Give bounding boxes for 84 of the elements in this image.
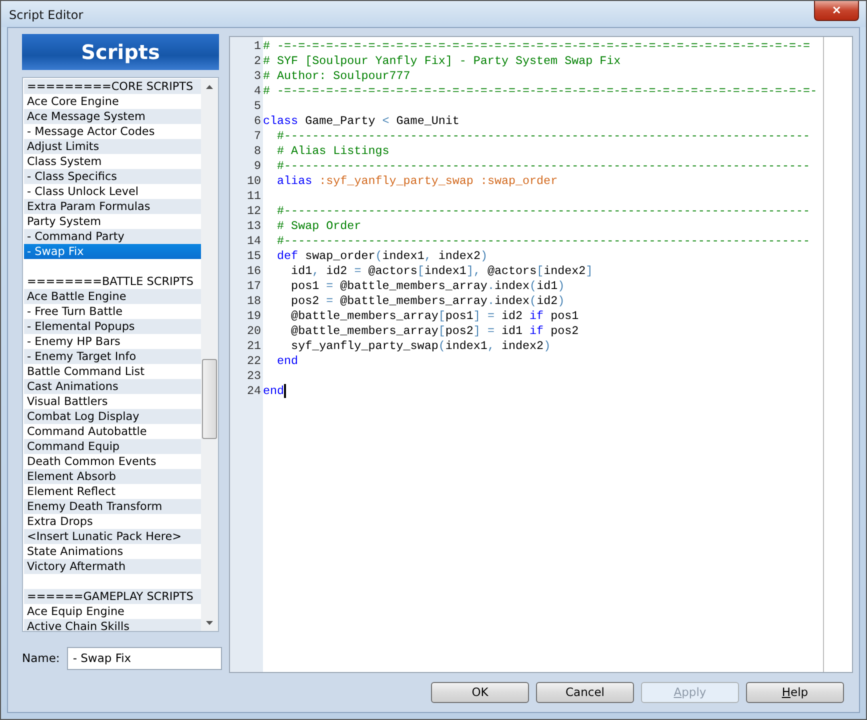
line-number: 6 [252,114,262,129]
line-number: 4 [252,84,262,99]
code-line: # Alias Listings [276,144,390,159]
script-list-item[interactable]: - Enemy Target Info [24,348,201,364]
line-number: 5 [252,98,262,114]
line-number: 16 [246,264,262,279]
line-number: 1 [252,38,262,54]
script-list-item[interactable]: Extra Param Formulas [24,198,201,214]
script-list-item[interactable]: Class System [24,154,201,169]
line-number: 2 [252,54,262,69]
script-list-item[interactable]: Ace Battle Engine [24,288,201,304]
code-line: id1, id2 = @actors[index1], @actors[index2] [290,264,593,279]
script-list-item[interactable]: - Class Specifics [24,168,201,184]
script-list-item[interactable]: - Enemy HP Bars [24,334,201,349]
code-line: #--------------------------------------------------------------------------- [276,204,810,219]
code-line: alias :syf_yanfly_party_swap :swap_order [276,174,558,189]
script-list-item[interactable]: Ace Message System [24,108,201,124]
script-list-item[interactable]: Cast Animations [24,378,201,394]
dialog-button[interactable]: Help [746,682,844,703]
line-number: 7 [252,128,262,144]
script-list-item[interactable]: Adjust Limits [24,138,201,154]
code-line: @battle_members_array[pos1] = id2 if pos1 [290,308,579,324]
script-list-item[interactable]: =========CORE SCRIPTS [24,78,201,94]
script-list-item[interactable]: - Swap Fix [24,244,201,259]
line-number: 9 [252,158,262,174]
scrollbar-thumb[interactable] [202,358,217,439]
script-list-item[interactable]: Command Equip [24,438,201,454]
scroll-down-icon[interactable] [206,620,213,625]
line-number: 22 [246,354,262,369]
script-list-item[interactable]: Party System [24,214,201,229]
code-editor[interactable] [229,36,853,673]
line-number: 23 [246,368,262,384]
code-line: # SYF [Soulpour Yanfly Fix] - Party System Swap Fix [263,54,621,69]
line-number: 13 [246,218,262,234]
line-number: 8 [252,144,262,159]
name-label: Name: [22,651,60,666]
panel-header: Scripts [22,34,219,70]
line-number: 21 [246,338,262,354]
script-list-item[interactable]: Enemy Death Transform [24,498,201,514]
script-list-item[interactable]: ======GAMEPLAY SCRIPTS [24,588,201,604]
script-list-item[interactable]: Victory Aftermath [24,558,201,574]
code-line: # Swap Order [276,218,362,234]
code-line: # Author: Soulpour777 [263,68,410,84]
line-number: 17 [246,278,262,294]
dialog-button[interactable]: Cancel [536,682,634,703]
script-list-item[interactable]: Element Absorb [24,468,201,484]
line-number: 10 [246,174,262,189]
code-line: #--------------------------------------------------------------------------- [276,158,810,174]
scrollbar[interactable] [201,78,218,631]
script-list-item[interactable]: Ace Core Engine [24,94,201,109]
line-number: 11 [246,188,262,204]
line-number: 15 [246,248,262,264]
code-line: end [276,354,298,369]
line-number: 14 [246,234,262,249]
script-list-item[interactable]: Ace Equip Engine [24,604,201,619]
line-number: 3 [252,68,262,84]
line-number: 24 [246,384,262,399]
script-list-item[interactable]: - Command Party [24,228,201,244]
line-number: 12 [246,204,262,219]
code-line: class Game_Party < Game_Unit [263,114,460,129]
code-line: # -=-=-=-=-=-=-=-=-=-=-=-=-=-=-=-=-=-=-=-=-=-=-=-=-=-=-=-=-=-=-=-=-=-=-=-=-=-=- [263,84,818,99]
script-list-item[interactable]: Extra Drops [24,514,201,529]
script-list-item[interactable]: Active Chain Skills [24,618,201,631]
dialog-button[interactable]: OK [431,682,529,703]
code-line: #--------------------------------------------------------------------------- [276,128,810,144]
code-line: syf_yanfly_party_swap(index1, index2) [290,338,551,354]
code-line: pos1 = @battle_members_array.index(id1) [290,278,565,294]
code-line: #--------------------------------------------------------------------------- [276,234,810,249]
line-number: 18 [246,294,262,309]
code-line: @battle_members_array[pos2] = id1 if pos2 [290,324,579,339]
name-field[interactable]: - Swap Fix [66,646,222,670]
code-line: def swap_order(index1, index2) [276,248,488,264]
line-number: 20 [246,324,262,339]
script-list-item[interactable]: - Message Actor Codes [24,124,201,139]
script-list-item[interactable]: <Insert Lunatic Pack Here> [24,528,201,544]
code-line: # -=-=-=-=-=-=-=-=-=-=-=-=-=-=-=-=-=-=-=-=-=-=-=-=-=-=-=-=-=-=-=-=-=-=-=-=-=-= [263,38,810,54]
code-line: pos2 = @battle_members_array.index(id2) [290,294,565,309]
script-list-item[interactable]: Combat Log Display [24,408,201,424]
close-button[interactable]: ✕ [814,1,859,21]
scroll-up-icon[interactable] [206,84,213,89]
script-list-item[interactable]: - Elemental Popups [24,318,201,334]
window-title: Script Editor [8,7,84,22]
line-number: 19 [246,308,262,324]
code-line: end [263,384,284,399]
